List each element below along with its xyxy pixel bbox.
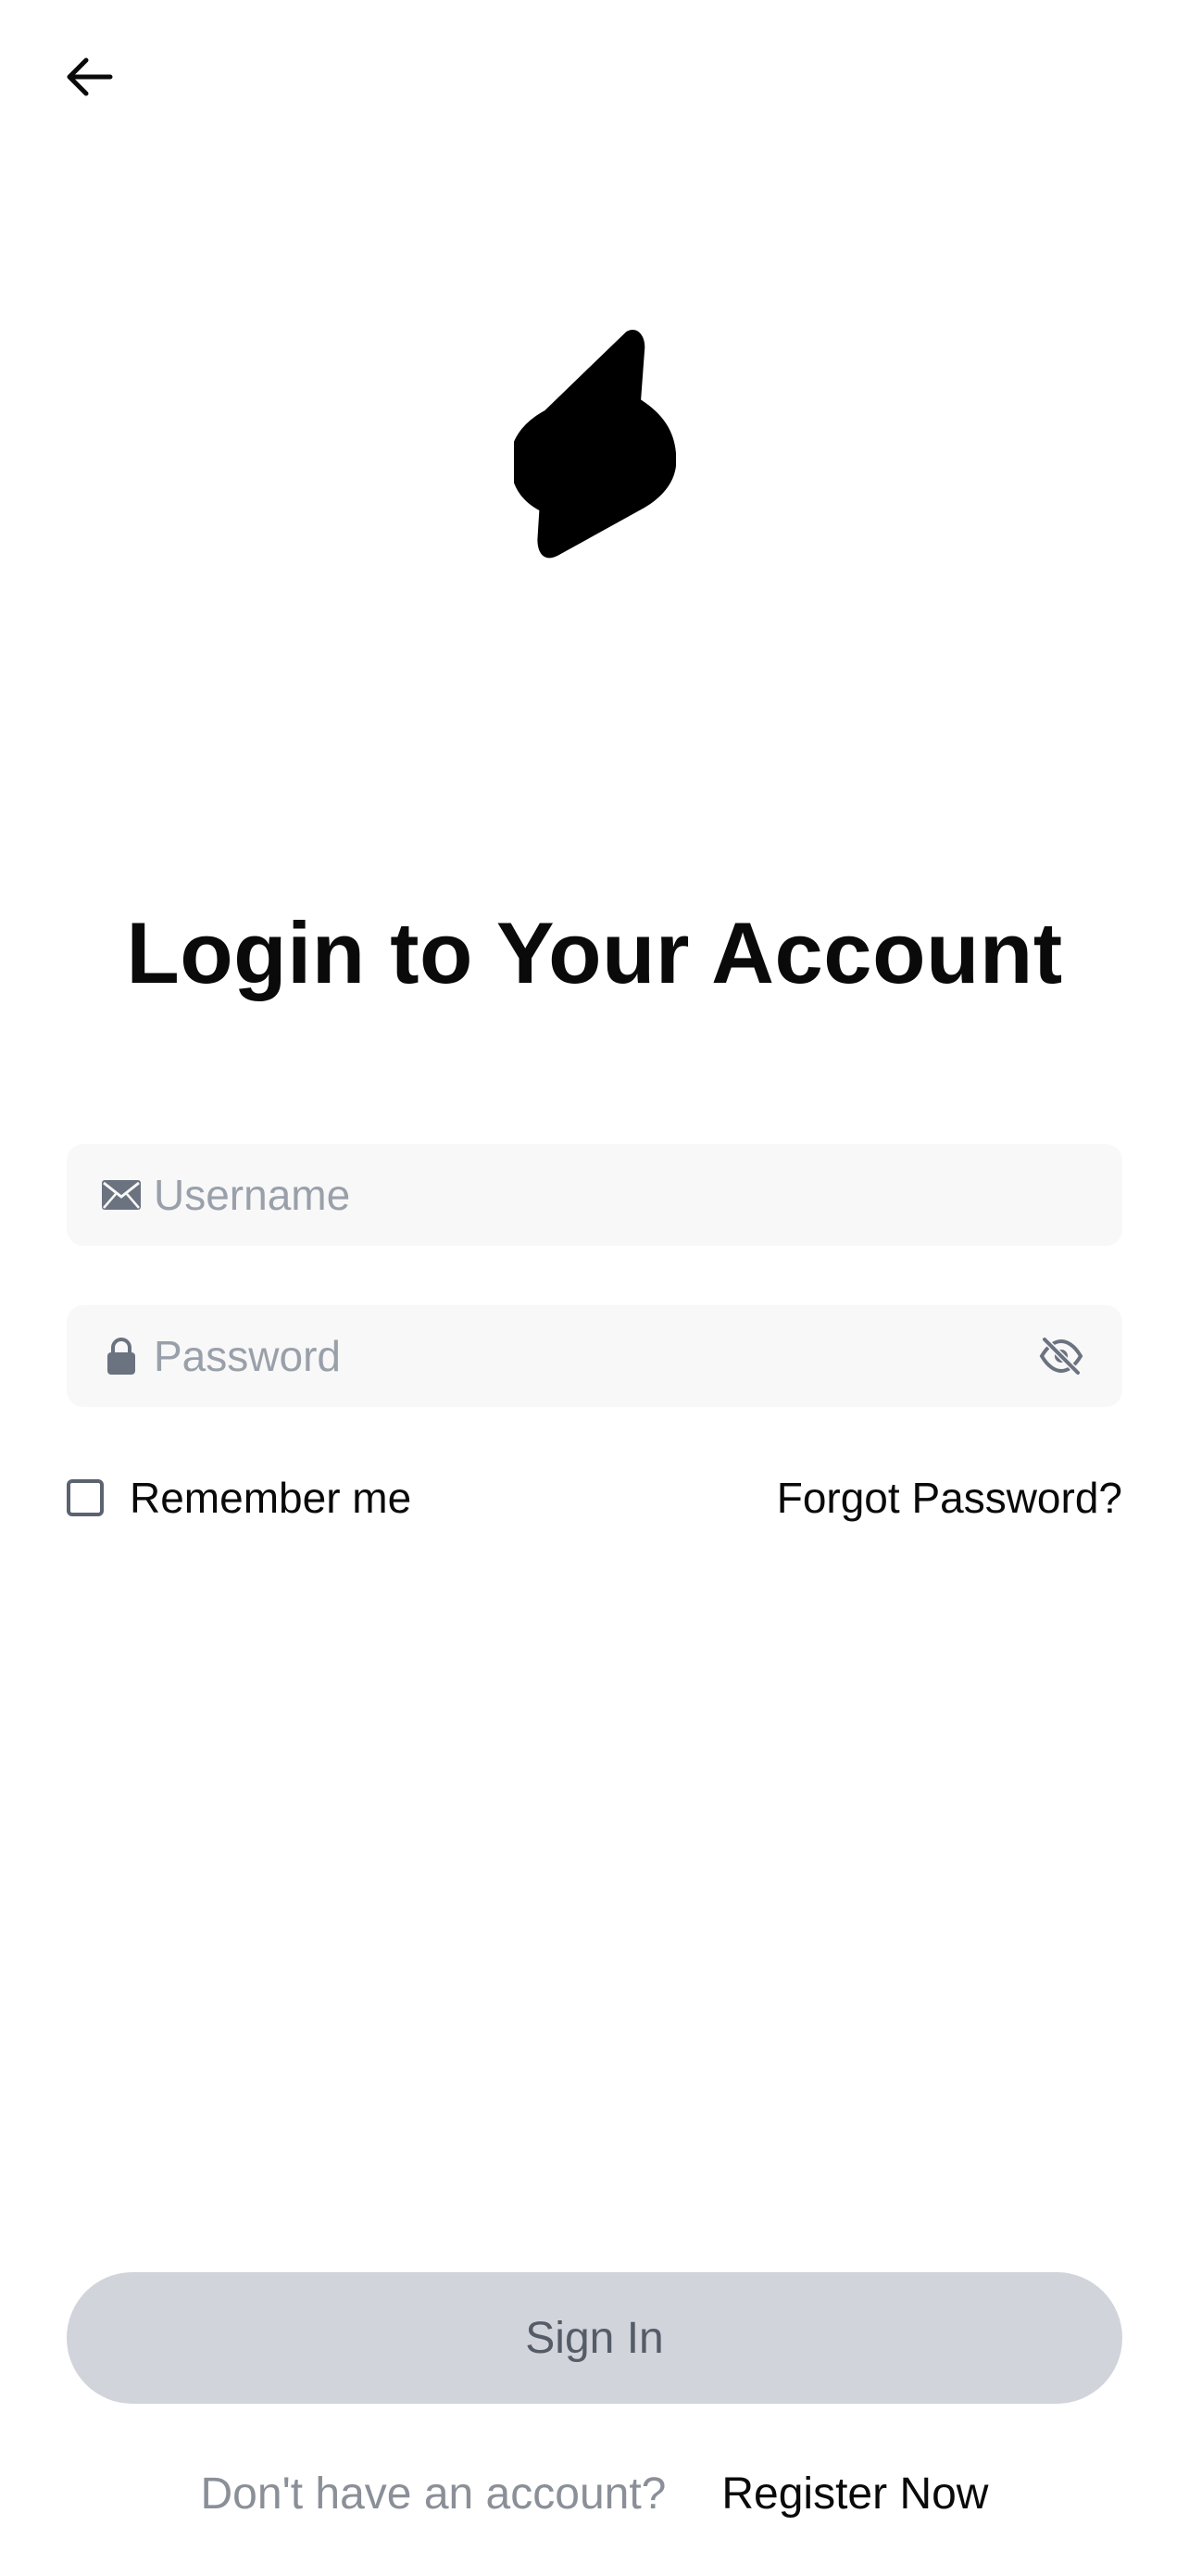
arrow-left-icon [67, 57, 113, 96]
sign-in-button[interactable]: Sign In [67, 2272, 1122, 2404]
checkbox-box[interactable] [67, 1479, 104, 1516]
remember-me-label: Remember me [130, 1474, 412, 1522]
eye-slash-icon[interactable] [1033, 1328, 1089, 1384]
s-brand-logo [514, 330, 676, 559]
envelope-icon [100, 1174, 143, 1216]
username-field[interactable] [67, 1144, 1122, 1246]
register-prompt: Don't have an account? [200, 2469, 667, 2519]
back-button[interactable] [54, 46, 122, 107]
register-row: Don't have an account? Register Now [0, 2469, 1189, 2519]
forgot-password-link[interactable]: Forgot Password? [777, 1473, 1122, 1523]
remember-me-checkbox[interactable]: Remember me [67, 1473, 411, 1523]
password-field[interactable] [67, 1305, 1122, 1407]
register-now-link[interactable]: Register Now [721, 2469, 988, 2519]
password-input[interactable] [154, 1305, 1033, 1407]
page-title: Login to Your Account [126, 904, 1063, 1001]
username-input[interactable] [154, 1144, 1122, 1246]
login-screen: Login to Your Account Username Remember … [0, 0, 1189, 2576]
lock-icon [100, 1335, 143, 1377]
